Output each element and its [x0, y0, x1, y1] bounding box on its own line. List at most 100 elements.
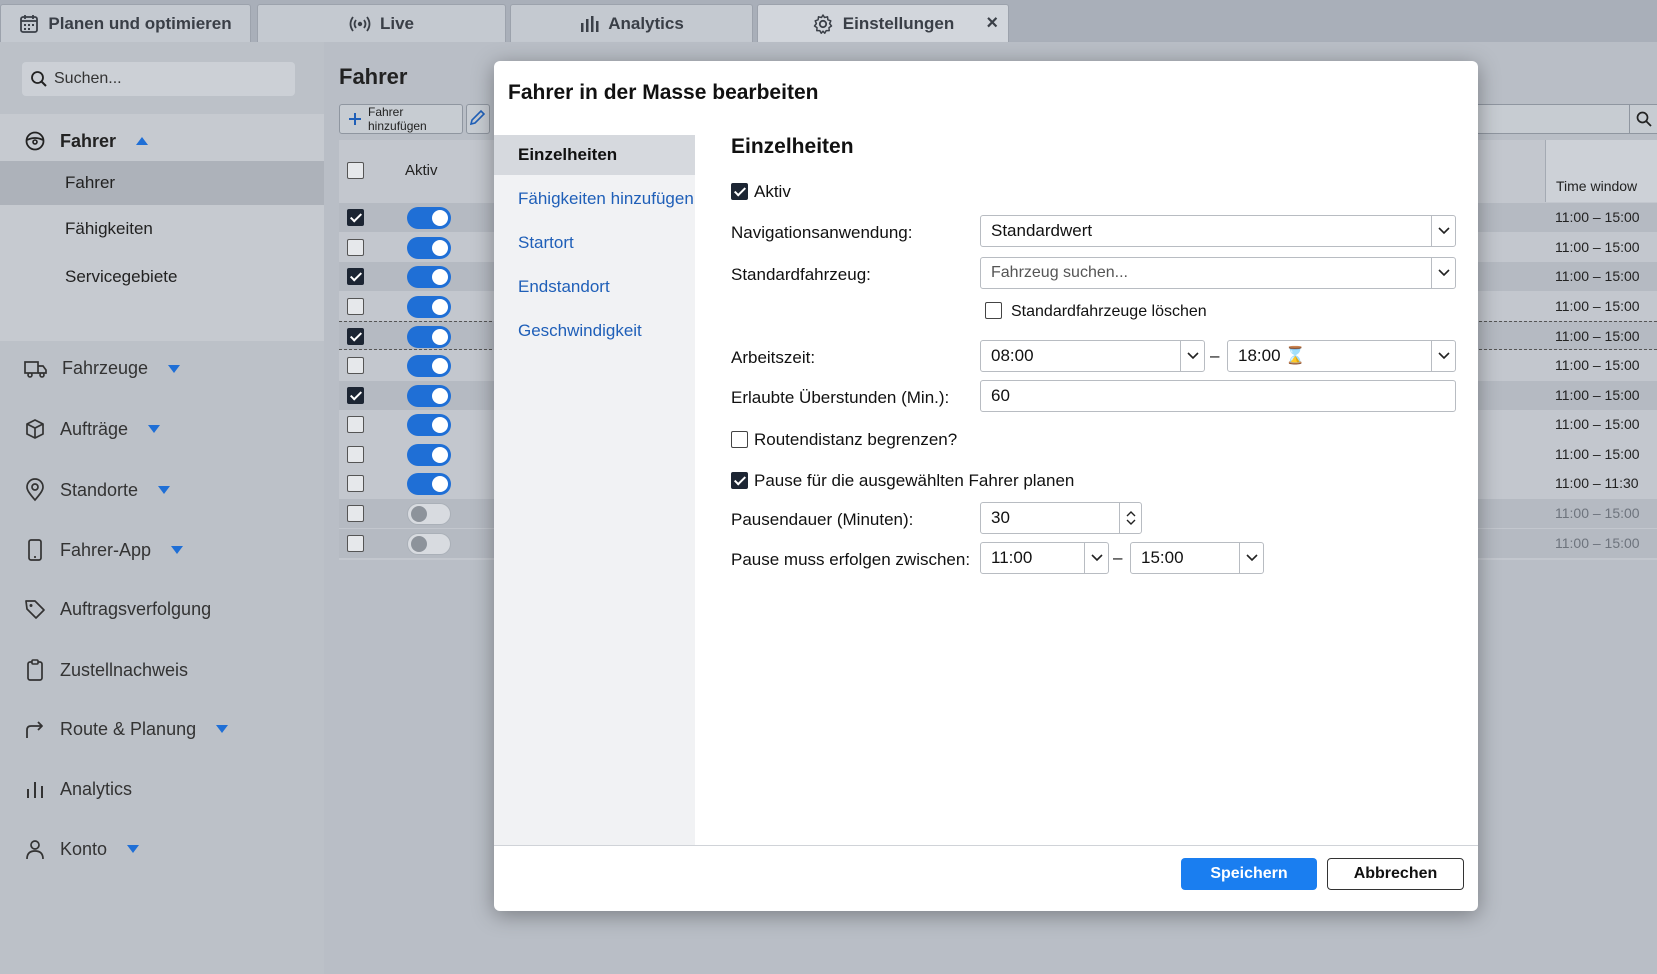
clear-vehicles-checkbox[interactable]: [985, 302, 1002, 319]
active-toggle[interactable]: [407, 444, 451, 466]
time-window-cell: 11:00 – 15:00: [1555, 387, 1640, 403]
active-toggle[interactable]: [407, 237, 451, 259]
active-toggle[interactable]: [407, 533, 451, 555]
chevron-down-icon: [1431, 216, 1455, 246]
column-header-time-window: Time window: [1545, 140, 1657, 202]
row-checkbox[interactable]: [347, 328, 364, 345]
modal-tab-label: Einzelheiten: [518, 145, 618, 164]
active-toggle[interactable]: [407, 503, 451, 525]
row-checkbox[interactable]: [347, 357, 364, 374]
aktiv-checkbox[interactable]: [731, 183, 748, 200]
sidebar-item-fahrer-app[interactable]: Fahrer-App: [24, 538, 184, 562]
modal-tab-geschwindigkeit[interactable]: Geschwindigkeit: [494, 311, 695, 351]
vehicle-search-select[interactable]: Fahrzeug suchen...: [980, 257, 1456, 289]
pause-start-select[interactable]: 11:00: [980, 542, 1109, 574]
modal-tab-einzelheiten[interactable]: Einzelheiten: [494, 135, 695, 175]
row-checkbox[interactable]: [347, 475, 364, 492]
vehicle-placeholder: Fahrzeug suchen...: [991, 264, 1128, 281]
tag-icon: [24, 598, 46, 620]
route-limit-checkbox[interactable]: [731, 431, 748, 448]
row-checkbox[interactable]: [347, 387, 364, 404]
modal-tab-endstandort[interactable]: Endstandort: [494, 267, 695, 307]
sidebar-item-fahrzeuge[interactable]: Fahrzeuge: [24, 358, 181, 379]
page-title: Fahrer: [339, 64, 408, 89]
overtime-input[interactable]: 60: [980, 380, 1456, 412]
row-checkbox[interactable]: [347, 535, 364, 552]
sidebar-item-label: Fahrer-App: [60, 539, 152, 560]
modal-tab-faehigkeiten[interactable]: Fähigkeiten hinzufügen: [494, 179, 695, 219]
pause-end-select[interactable]: 15:00: [1130, 542, 1264, 574]
tab-live[interactable]: Live: [257, 4, 506, 42]
sidebar-item-label: Aufträge: [60, 418, 129, 439]
active-toggle[interactable]: [407, 296, 451, 318]
pencil-icon: [467, 105, 489, 131]
pause-checkbox[interactable]: [731, 472, 748, 489]
user-icon: [24, 838, 46, 860]
close-tab-icon[interactable]: ×: [986, 12, 998, 35]
row-checkbox[interactable]: [347, 298, 364, 315]
sidebar-item-label: Fahrzeuge: [62, 358, 149, 378]
nav-app-select[interactable]: Standardwert: [980, 215, 1456, 247]
active-toggle[interactable]: [407, 266, 451, 288]
sidebar-subitem-fahrer[interactable]: Fahrer: [0, 161, 324, 205]
sidebar-item-auftraege[interactable]: Aufträge: [24, 418, 161, 440]
tab-planen[interactable]: Planen und optimieren: [0, 4, 251, 42]
active-toggle[interactable]: [407, 326, 451, 348]
worktime-end-select[interactable]: 18:00 ⌛: [1227, 340, 1456, 372]
worktime-start-select[interactable]: 08:00: [980, 340, 1205, 372]
modal-tab-startort[interactable]: Startort: [494, 223, 695, 263]
worktime-label: Arbeitszeit:: [731, 348, 816, 367]
top-tab-bar: Planen und optimieren Live Analytics Ein…: [0, 0, 1657, 42]
modal-tab-label: Startort: [518, 233, 574, 252]
sidebar-subitem-label: Fähigkeiten: [65, 219, 153, 238]
row-checkbox[interactable]: [347, 446, 364, 463]
chevron-down-icon: [1431, 341, 1455, 371]
search-icon[interactable]: [1629, 105, 1657, 133]
phone-icon: [24, 538, 46, 562]
select-all-checkbox[interactable]: [347, 162, 364, 179]
time-window-cell: 11:00 – 15:00: [1555, 328, 1640, 344]
tab-label: Planen und optimieren: [48, 13, 232, 33]
tab-analytics[interactable]: Analytics: [510, 4, 753, 42]
active-toggle[interactable]: [407, 355, 451, 377]
row-checkbox[interactable]: [347, 416, 364, 433]
sidebar-subitem-servicegebiete[interactable]: Servicegebiete: [0, 255, 324, 299]
route-arrow-icon: [24, 718, 46, 740]
sidebar-item-standorte[interactable]: Standorte: [24, 478, 171, 502]
sidebar-item-konto[interactable]: Konto: [24, 838, 140, 860]
search-input[interactable]: [54, 70, 274, 88]
caret-down-icon: [127, 845, 140, 853]
row-checkbox[interactable]: [347, 239, 364, 256]
modal-nav: Einzelheiten Fähigkeiten hinzufügen Star…: [494, 135, 695, 845]
active-toggle[interactable]: [407, 414, 451, 436]
nav-app-label: Navigationsanwendung:: [731, 223, 913, 242]
cancel-button[interactable]: Abbrechen: [1327, 858, 1464, 890]
table-search-field[interactable]: [1476, 104, 1657, 134]
edit-button[interactable]: [466, 104, 490, 134]
footer-divider: [494, 845, 1478, 846]
row-checkbox[interactable]: [347, 209, 364, 226]
tab-einstellungen[interactable]: Einstellungen ×: [757, 4, 1009, 42]
broadcast-icon: [349, 15, 371, 33]
sidebar-item-route-planung[interactable]: Route & Planung: [24, 718, 229, 740]
sidebar-item-label: Konto: [60, 838, 108, 859]
sidebar-search[interactable]: [22, 62, 295, 96]
stepper-icon[interactable]: [1119, 503, 1141, 533]
sidebar-item-fahrer[interactable]: Fahrer: [24, 130, 149, 152]
active-toggle[interactable]: [407, 473, 451, 495]
active-toggle[interactable]: [407, 385, 451, 407]
row-checkbox[interactable]: [347, 505, 364, 522]
sidebar-item-analytics[interactable]: Analytics: [24, 778, 132, 800]
sidebar-item-zustellnachweis[interactable]: Zustellnachweis: [24, 658, 188, 682]
add-driver-button[interactable]: Fahrer hinzufügen: [339, 104, 463, 134]
nav-app-value: Standardwert: [991, 221, 1093, 240]
active-toggle[interactable]: [407, 207, 451, 229]
sidebar-subitem-faehigkeiten[interactable]: Fähigkeiten: [0, 207, 324, 251]
pause-duration-input[interactable]: 30: [980, 502, 1142, 534]
sidebar-item-auftragsverfolgung[interactable]: Auftragsverfolgung: [24, 598, 211, 620]
save-button[interactable]: Speichern: [1181, 858, 1317, 890]
modal-title: Fahrer in der Masse bearbeiten: [508, 81, 819, 104]
plus-icon: [348, 112, 362, 126]
add-driver-label: Fahrer hinzufügen: [368, 105, 427, 133]
row-checkbox[interactable]: [347, 268, 364, 285]
